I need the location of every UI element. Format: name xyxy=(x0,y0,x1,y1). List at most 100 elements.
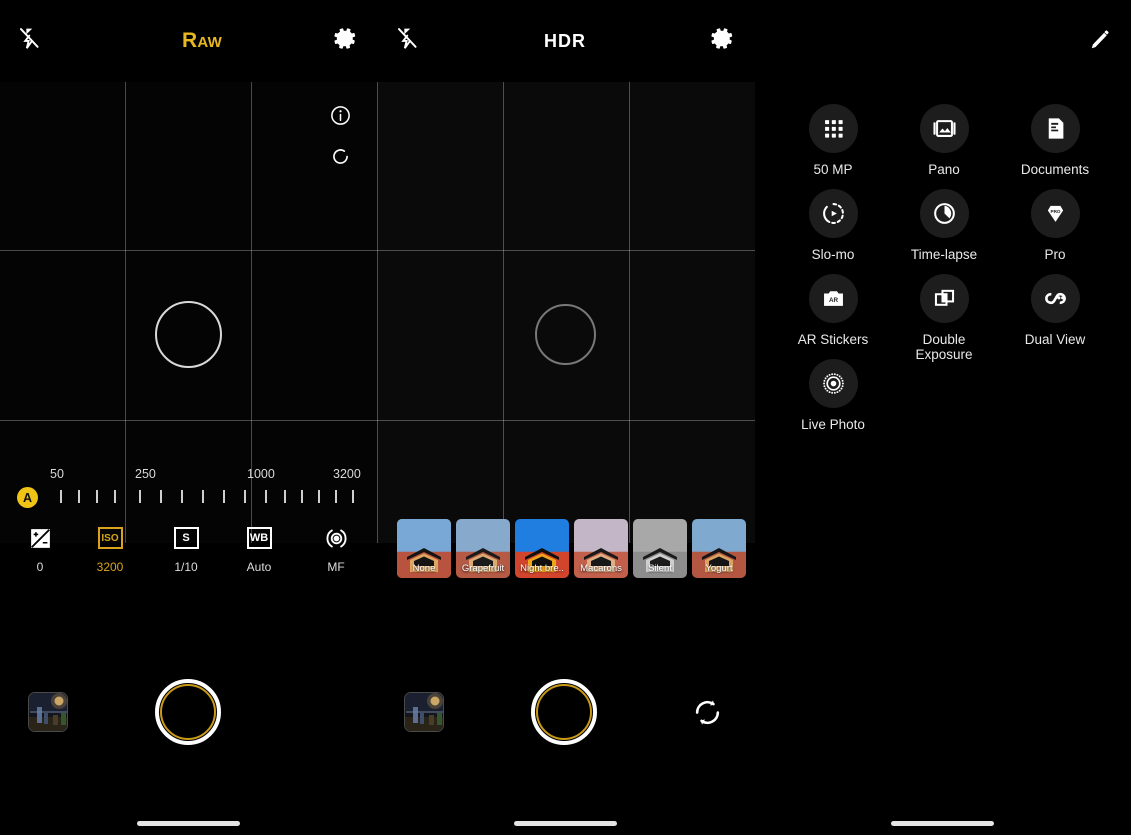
edit-pencil[interactable] xyxy=(1082,0,1120,82)
iso-scale-tick xyxy=(202,490,204,503)
iso-scale-tick xyxy=(244,490,246,503)
raw-label: RAW xyxy=(182,29,222,52)
settings-gear-left[interactable] xyxy=(326,0,364,82)
settings-gear-right[interactable] xyxy=(703,0,741,82)
mode-option-documents[interactable]: Documents xyxy=(999,104,1111,177)
iso-scale-tick xyxy=(181,490,183,503)
mode-option-label: Documents xyxy=(1020,162,1090,177)
iso-scale-tick xyxy=(301,490,303,503)
top-toolbar: RAW HDR xyxy=(0,0,1131,82)
manual-focus-icon xyxy=(324,525,349,551)
mode-option-label: Live Photo xyxy=(801,417,865,432)
exposure-compensation-icon xyxy=(28,525,53,551)
iso-scale-value: 1000 xyxy=(247,467,275,481)
box-label: ISO xyxy=(97,527,123,549)
refresh-icon[interactable] xyxy=(330,146,351,172)
flash-off-icon xyxy=(16,25,43,57)
info-icon[interactable] xyxy=(329,104,352,132)
gear-icon xyxy=(709,25,736,57)
gallery-thumbnail-center[interactable] xyxy=(404,692,444,732)
grid-line-horizontal xyxy=(0,250,755,251)
mode-option-ar-stickers[interactable]: AR AR Stickers xyxy=(777,274,889,347)
mode-option-live-photo[interactable]: Live Photo xyxy=(777,359,889,432)
shutter-button-center[interactable] xyxy=(531,679,597,745)
box-label: S xyxy=(173,527,199,549)
hdr-label: HDR xyxy=(544,30,586,51)
camera-flip-icon[interactable] xyxy=(692,697,723,733)
raw-toggle[interactable]: RAW xyxy=(172,0,232,82)
focus-control[interactable]: MF xyxy=(296,525,376,574)
home-indicator-bar xyxy=(514,821,617,826)
filter-name-label: Night bre.. xyxy=(520,563,564,574)
mode-option-time-lapse[interactable]: Time-lapse xyxy=(888,189,1000,262)
mode-option-label: Slo-mo xyxy=(811,247,855,262)
iso-scale-tick xyxy=(352,490,354,503)
pro-control-value: 3200 xyxy=(96,560,124,574)
double-exposure-icon xyxy=(919,274,969,323)
filter-thumbnail[interactable]: None xyxy=(397,519,451,578)
camera-mode-bar: Pro × FilterLight effectVideoMicro Movie… xyxy=(0,600,1131,650)
mode-option-50-mp[interactable]: 50 MP xyxy=(777,104,889,177)
mode-option-pro[interactable]: PRO Pro xyxy=(999,189,1111,262)
panorama-icon xyxy=(919,104,969,153)
home-indicator-bar xyxy=(137,821,240,826)
mode-option-label: Pano xyxy=(928,162,960,177)
filter-thumbnail[interactable]: Night bre.. xyxy=(515,519,569,578)
shutter-speed-control[interactable]: S 1/10 xyxy=(146,525,226,574)
mode-option-label: Pro xyxy=(1044,247,1066,262)
iso-scale-tick xyxy=(284,490,286,503)
white-balance-control[interactable]: WB Auto xyxy=(219,525,299,574)
iso-slider-scale[interactable] xyxy=(0,455,755,515)
iso-scale-tick xyxy=(335,490,337,503)
iso-scale-value: 50 xyxy=(50,467,64,481)
flash-off-icon-2[interactable] xyxy=(388,0,426,82)
gallery-thumbnail-left[interactable] xyxy=(28,692,68,732)
pro-control-value: Auto xyxy=(246,560,272,574)
flash-off-icon[interactable] xyxy=(10,0,48,82)
iso-scale-tick xyxy=(223,490,225,503)
iso-box-icon: ISO xyxy=(97,525,123,551)
iso-control[interactable]: ISO 3200 xyxy=(70,525,150,574)
filter-thumbnail[interactable]: Yogurt xyxy=(692,519,746,578)
document-icon xyxy=(1030,104,1080,153)
s-box-icon: S xyxy=(173,525,199,551)
camera-app-screen: RAW HDR 50 MP Pano Documents Slo-mo Time-laps… xyxy=(0,0,1131,835)
home-indicator-bar xyxy=(891,821,994,826)
focus-ring-secondary[interactable] xyxy=(535,304,596,365)
slow-motion-icon xyxy=(808,189,858,238)
pro-controls-bar: 0 ISO 3200 S 1/10 WB Auto MF xyxy=(0,525,390,585)
filter-name-label: Macarons xyxy=(580,563,622,574)
iso-scale-tick xyxy=(78,490,80,503)
filter-name-label: Silent xyxy=(648,563,672,574)
mode-option-dual-view[interactable]: Dual View xyxy=(999,274,1111,347)
timelapse-icon xyxy=(919,189,969,238)
iso-auto-badge[interactable]: A xyxy=(17,487,38,508)
filter-thumbnail[interactable]: Grapefruit xyxy=(456,519,510,578)
ar-stickers-icon: AR xyxy=(808,274,858,323)
mode-option-double-exposure[interactable]: Double Exposure xyxy=(888,274,1000,362)
svg-text:PRO: PRO xyxy=(1050,209,1060,214)
filter-thumbnail[interactable]: Macarons xyxy=(574,519,628,578)
filter-thumbnail[interactable]: Silent xyxy=(633,519,687,578)
focus-ring-primary[interactable] xyxy=(155,301,222,368)
camera-mode-panel: 50 MP Pano Documents Slo-mo Time-lapse PRO Pro… xyxy=(755,82,1131,543)
grid-dots-icon xyxy=(808,104,858,153)
filter-name-label: None xyxy=(412,563,436,574)
pro-control-value: MF xyxy=(327,560,345,574)
mode-option-label: Dual View xyxy=(1024,332,1086,347)
iso-scale-value: 250 xyxy=(135,467,156,481)
exposure-control[interactable]: 0 xyxy=(0,525,80,574)
flash-off-icon xyxy=(394,25,421,57)
svg-text:AR: AR xyxy=(828,297,838,304)
filter-name-label: Yogurt xyxy=(705,563,733,574)
gear-icon xyxy=(332,25,359,57)
iso-scale-tick xyxy=(265,490,267,503)
hdr-toggle[interactable]: HDR xyxy=(535,0,595,82)
shutter-button-left[interactable] xyxy=(155,679,221,745)
filter-strip[interactable]: None Grapefruit Night bre.. Macarons Silent Y… xyxy=(397,519,755,578)
mode-option-pano[interactable]: Pano xyxy=(888,104,1000,177)
mode-option-slo-mo[interactable]: Slo-mo xyxy=(777,189,889,262)
iso-scale-value: 3200 xyxy=(333,467,361,481)
box-label: WB xyxy=(246,527,272,549)
dual-view-icon xyxy=(1030,274,1080,323)
